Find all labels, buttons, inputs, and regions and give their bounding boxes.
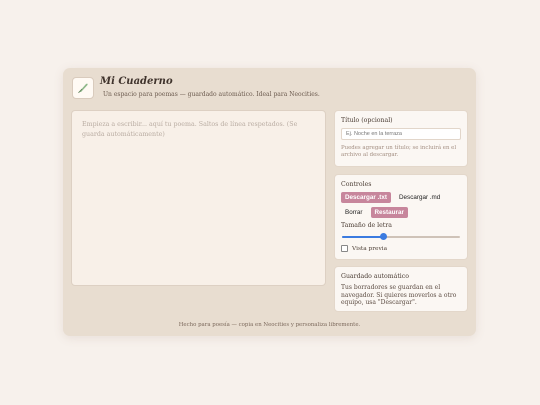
controls-panel: Controles Descargar .txt Descargar .md B… [334, 174, 468, 260]
footer-text: Hecho para poesía — copia en Neocities y… [178, 322, 361, 328]
slider-thumb[interactable] [380, 233, 388, 240]
slider-fill [342, 236, 384, 238]
autosave-label: Guardado automático [341, 273, 409, 280]
title-label: Título (opcional) [341, 117, 393, 124]
title-input[interactable]: Ej. Noche en la terraza [341, 128, 461, 140]
app-title: Mi Cuaderno [100, 76, 173, 87]
app-subtitle: Un espacio para poemas — guardado automá… [103, 91, 320, 98]
font-size-slider[interactable] [341, 233, 461, 241]
notebook-card: Mi Cuaderno Un espacio para poemas — gua… [63, 68, 476, 336]
autosave-text: Tus borradores se guardan en el navegado… [341, 284, 457, 306]
controls-label: Controles [341, 181, 372, 188]
download-md-button[interactable]: Descargar .md [395, 192, 444, 203]
preview-label: Vista previa [352, 245, 388, 252]
preview-checkbox[interactable] [341, 245, 348, 252]
autosave-panel: Guardado automático Tus borradores se gu… [334, 266, 468, 312]
poem-textarea[interactable]: Empieza a escribir... aquí tu poema. Sal… [71, 110, 326, 286]
editor-placeholder: Empieza a escribir... aquí tu poema. Sal… [82, 121, 298, 138]
font-size-label: Tamaño de letra [341, 222, 392, 229]
title-panel: Título (opcional) Ej. Noche en la terraz… [334, 110, 468, 167]
feather-pen-icon [78, 83, 88, 94]
download-txt-button[interactable]: Descargar .txt [341, 192, 391, 203]
restore-button[interactable]: Restaurar [370, 207, 408, 218]
title-hint: Puedes agregar un título; se incluirá en… [341, 145, 457, 158]
logo [72, 77, 94, 99]
clear-button[interactable]: Borrar [341, 207, 367, 218]
